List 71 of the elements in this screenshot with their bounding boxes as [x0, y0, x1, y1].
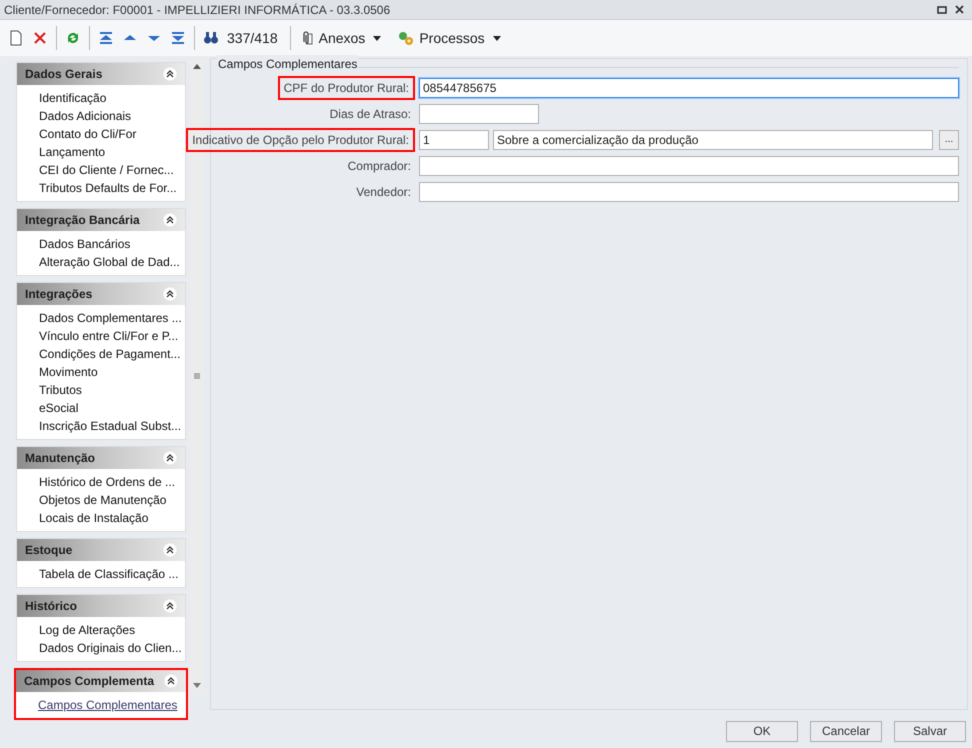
section-title: Estoque	[25, 542, 72, 559]
browse-button[interactable]: ...	[939, 130, 959, 150]
field-label: CPF do Produtor Rural:	[278, 76, 415, 100]
description-field[interactable]: Sobre a comercialização da produção	[493, 130, 933, 150]
caret-icon	[492, 36, 501, 40]
collapse-icon[interactable]	[163, 67, 178, 81]
collapse-icon[interactable]	[163, 451, 178, 465]
sidebar-link[interactable]: Movimento	[39, 363, 186, 381]
section-title: Manutenção	[25, 450, 96, 467]
sidebar-link[interactable]: Dados Bancários	[39, 235, 186, 253]
field-label: Vendedor:	[355, 184, 412, 201]
grip-icon	[194, 373, 200, 379]
dialog-button[interactable]: Cancelar	[810, 720, 882, 742]
field-label: Comprador:	[346, 158, 412, 175]
field-label: Dias de Atraso:	[328, 106, 412, 123]
section-header[interactable]: Manutenção	[17, 447, 186, 469]
sidebar-link[interactable]: eSocial	[39, 399, 186, 417]
gears-icon	[397, 30, 416, 46]
processes-menu[interactable]: Processos	[393, 24, 505, 52]
section-header[interactable]: Dados Gerais	[17, 63, 186, 85]
scroll-up-icon[interactable]	[193, 64, 202, 69]
text-field[interactable]	[419, 104, 539, 124]
section-title: Histórico	[25, 598, 78, 615]
section-title: Campos Complementa	[24, 673, 154, 690]
section-title: Integração Bancária	[25, 212, 140, 229]
sidebar-link[interactable]: Tabela de Classificação ...	[39, 565, 186, 583]
dialog-button[interactable]: OK	[726, 720, 798, 742]
sidebar-link[interactable]: Lançamento	[39, 143, 186, 161]
sidebar-link[interactable]: Vínculo entre Cli/For e P...	[39, 327, 186, 345]
sidebar-link[interactable]: Tributos	[39, 381, 186, 399]
sidebar-link[interactable]: Dados Adicionais	[39, 107, 186, 125]
close-icon[interactable]	[955, 5, 964, 14]
section-title: Integrações	[25, 286, 92, 303]
sidebar-link[interactable]: Inscrição Estadual Subst...	[39, 417, 186, 435]
sidebar-link[interactable]: Objetos de Manutenção	[39, 491, 186, 509]
sidebar-link[interactable]: Tributos Defaults de For...	[39, 179, 186, 197]
sidebar-link[interactable]: Campos Complementares	[38, 696, 186, 714]
window-title: Cliente/Fornecedor: F00001 - IMPELLIZIERI INFORMÁTICA - 03.3.0506	[4, 2, 390, 18]
collapse-icon[interactable]	[163, 287, 178, 301]
field-label: Indicativo de Opção pelo Produtor Rural:	[186, 128, 415, 152]
section-title: Dados Gerais	[25, 66, 102, 83]
section-header[interactable]: Integração Bancária	[17, 209, 186, 231]
group-title: Campos Complementares	[217, 55, 358, 73]
sidebar-link[interactable]: Dados Originais do Clien...	[39, 639, 186, 657]
sidebar-link[interactable]: Histórico de Ordens de ...	[39, 473, 186, 491]
sidebar-link[interactable]: Dados Complementares ...	[39, 309, 186, 327]
text-field[interactable]	[419, 182, 959, 202]
collapse-icon[interactable]	[163, 599, 178, 613]
sidebar-link[interactable]: Contato do Cli/For	[39, 125, 186, 143]
attachments-menu[interactable]: Anexos	[294, 24, 386, 52]
collapse-icon[interactable]	[163, 543, 178, 557]
scroll-down-icon[interactable]	[193, 683, 202, 688]
text-field[interactable]: 08544785675	[419, 78, 959, 98]
sidebar-link[interactable]: Log de Alterações	[39, 621, 186, 639]
dialog-button[interactable]: Salvar	[894, 720, 966, 742]
collapse-icon[interactable]	[163, 213, 178, 227]
sidebar-link[interactable]: Condições de Pagament...	[39, 345, 186, 363]
record-counter: 337/418	[227, 28, 278, 48]
restore-icon[interactable]	[937, 4, 947, 14]
code-field[interactable]: 1	[419, 130, 489, 150]
collapse-icon[interactable]	[164, 674, 178, 688]
caret-icon	[373, 36, 382, 40]
sidebar-link[interactable]: Locais de Instalação	[39, 509, 186, 527]
sidebar-link[interactable]: CEI do Cliente / Fornec...	[39, 161, 186, 179]
section-header[interactable]: Campos Complementa	[16, 670, 186, 692]
section-header[interactable]: Estoque	[17, 539, 186, 561]
text-field[interactable]	[419, 156, 959, 176]
section-header[interactable]: Integrações	[17, 283, 186, 305]
sidebar-link[interactable]: Identificação	[39, 89, 186, 107]
section-header[interactable]: Histórico	[17, 595, 186, 617]
sidebar-link[interactable]: Alteração Global de Dad...	[39, 253, 186, 271]
